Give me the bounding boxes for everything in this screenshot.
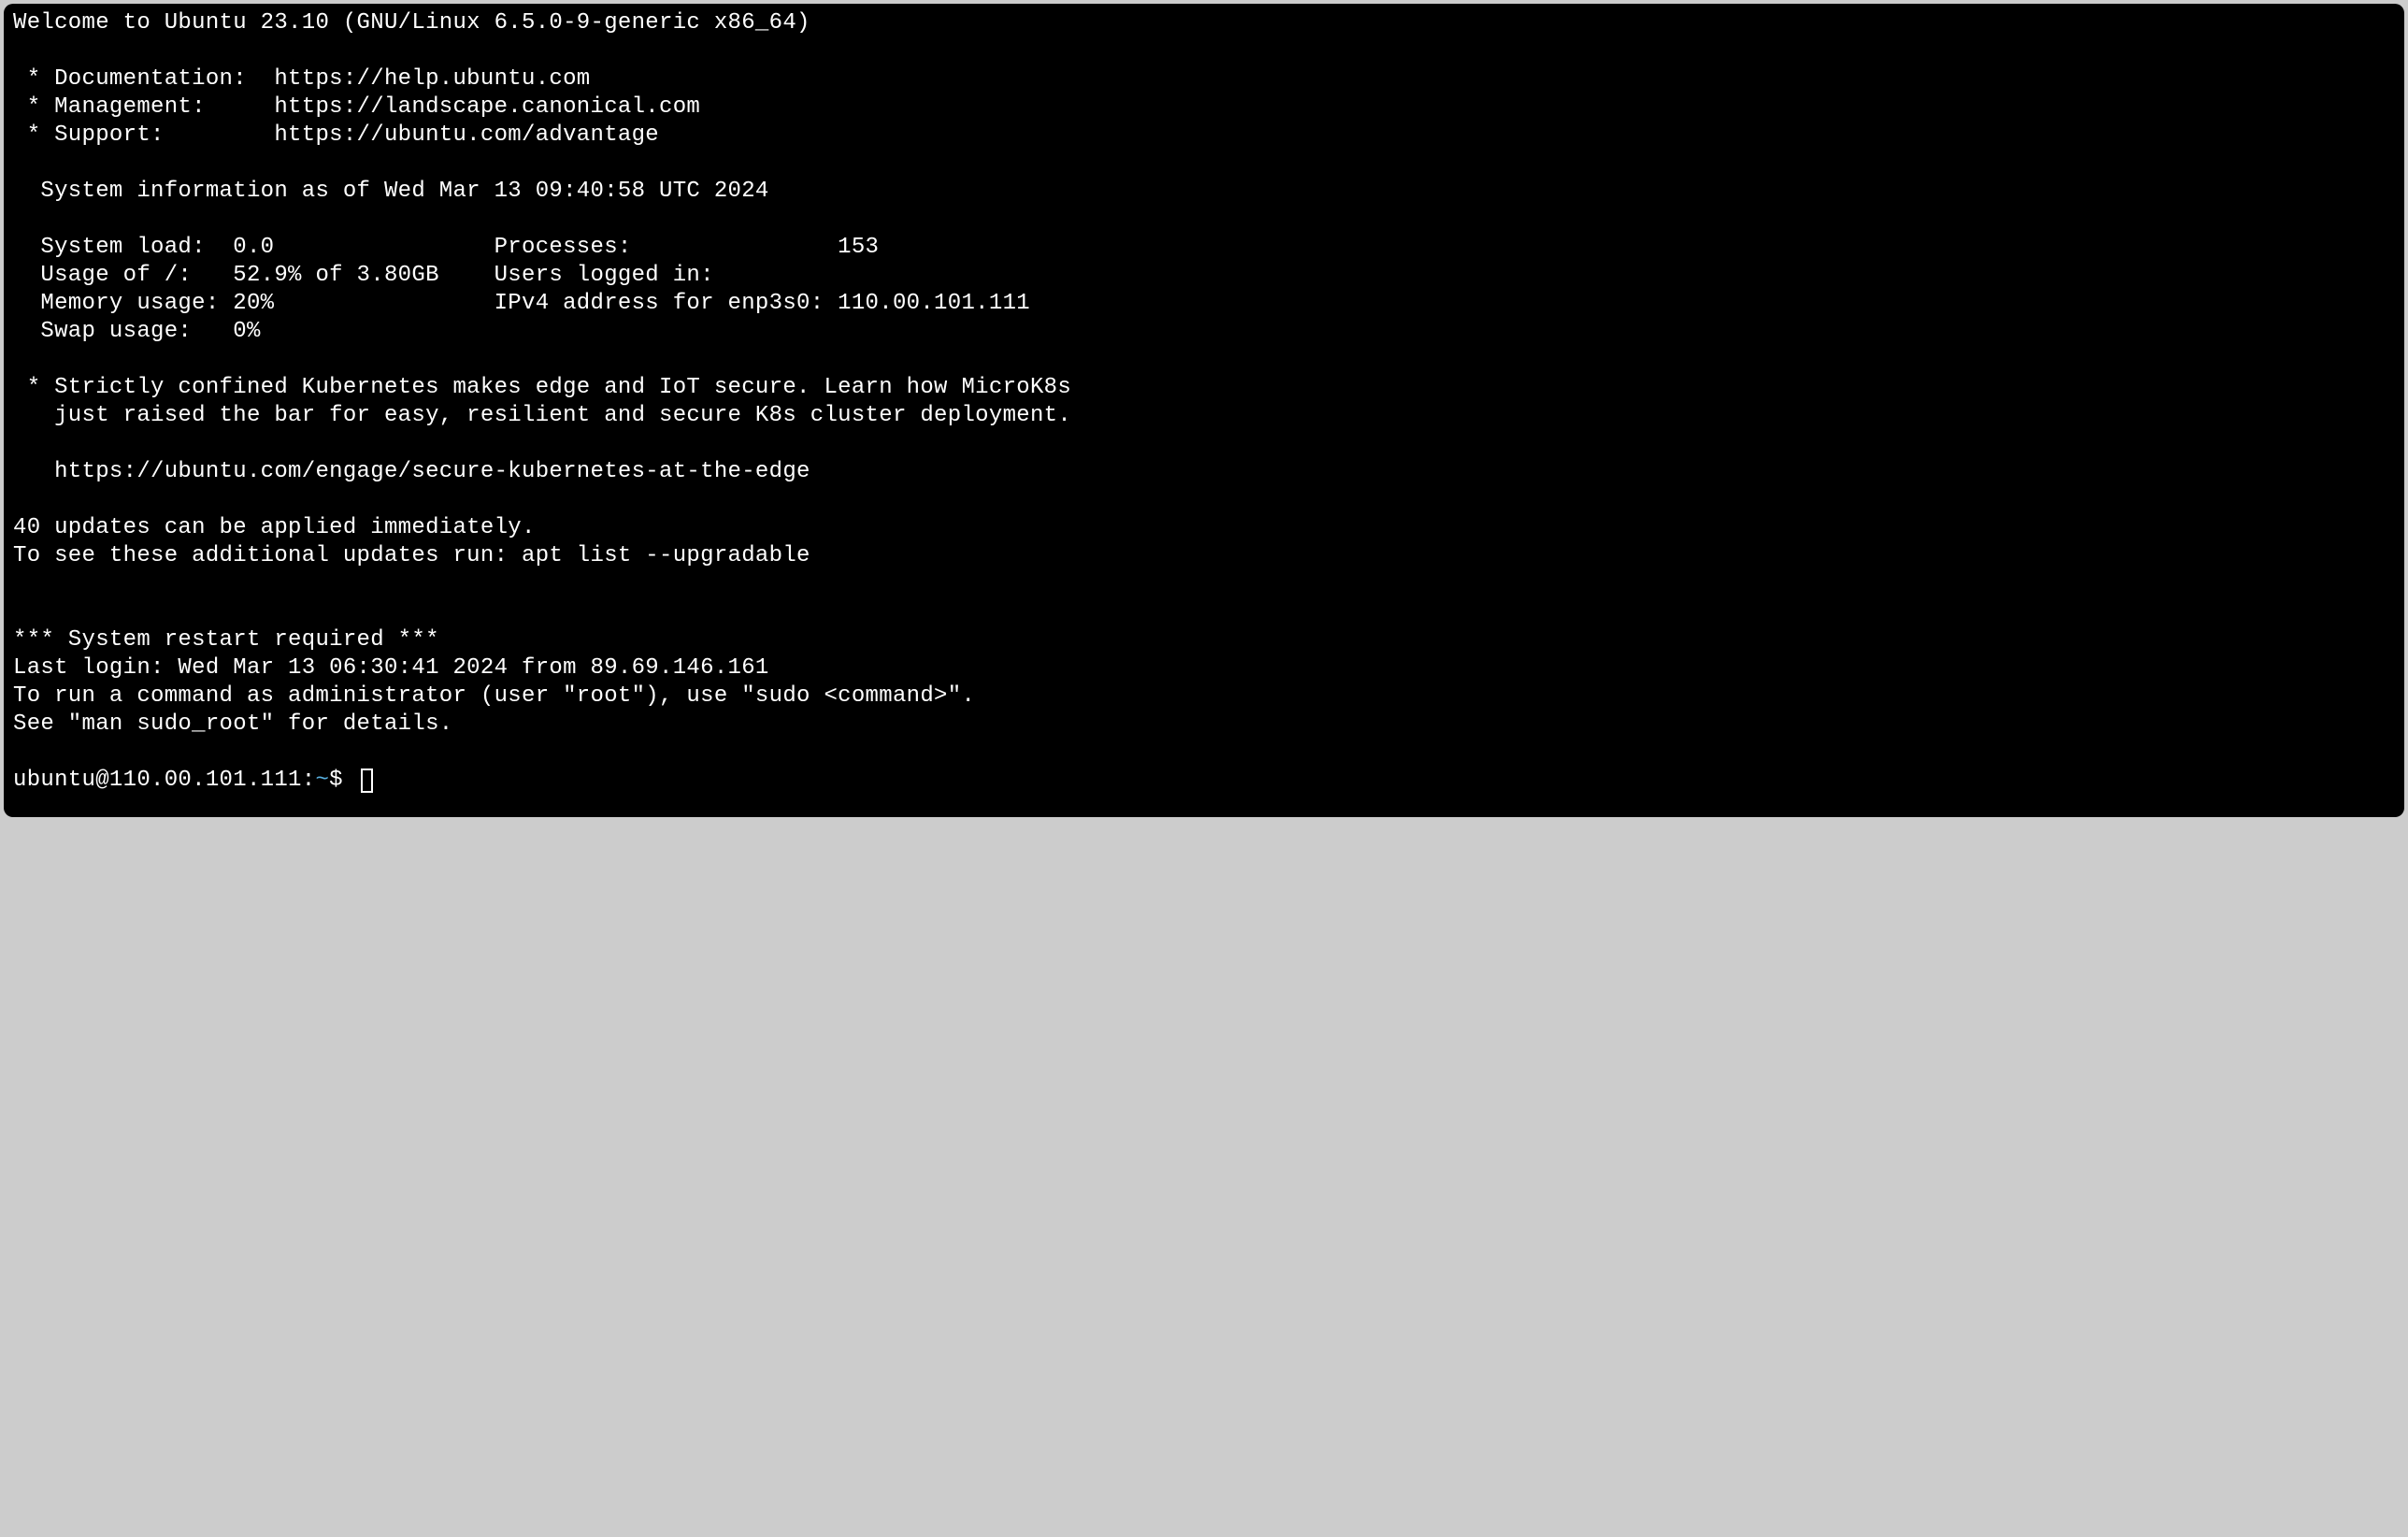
prompt-user-host: ubuntu@110.00.101.111: [13, 767, 315, 795]
blank-line [13, 206, 2395, 234]
motd-welcome: Welcome to Ubuntu 23.10 (GNU/Linux 6.5.0… [13, 9, 2395, 37]
motd-doc-link: * Documentation: https://help.ubuntu.com [13, 65, 2395, 93]
sysinfo-row-usage-users: Usage of /: 52.9% of 3.80GB Users logged… [13, 262, 2395, 290]
sysinfo-row-load-processes: System load: 0.0 Processes: 153 [13, 234, 2395, 262]
blank-line [13, 570, 2395, 598]
last-login: Last login: Wed Mar 13 06:30:41 2024 fro… [13, 654, 2395, 682]
promo-line-2: just raised the bar for easy, resilient … [13, 402, 2395, 430]
blank-line [13, 739, 2395, 767]
sudo-hint-2: See "man sudo_root" for details. [13, 711, 2395, 739]
promo-line-1: * Strictly confined Kubernetes makes edg… [13, 374, 2395, 402]
cursor-icon [361, 768, 373, 793]
prompt-dollar: $ [329, 767, 356, 795]
blank-line [13, 486, 2395, 514]
sysinfo-header: System information as of Wed Mar 13 09:4… [13, 178, 2395, 206]
blank-line [13, 346, 2395, 374]
motd-mgmt-link: * Management: https://landscape.canonica… [13, 93, 2395, 122]
sysinfo-row-swap: Swap usage: 0% [13, 318, 2395, 346]
terminal-window[interactable]: Welcome to Ubuntu 23.10 (GNU/Linux 6.5.0… [4, 4, 2404, 817]
blank-line [13, 430, 2395, 458]
motd-support-link: * Support: https://ubuntu.com/advantage [13, 122, 2395, 150]
blank-line [13, 598, 2395, 626]
blank-line [13, 150, 2395, 178]
shell-prompt[interactable]: ubuntu@110.00.101.111:~$ [13, 767, 2395, 795]
sysinfo-row-memory-ipv4: Memory usage: 20% IPv4 address for enp3s… [13, 290, 2395, 318]
blank-line [13, 37, 2395, 65]
promo-link: https://ubuntu.com/engage/secure-kuberne… [13, 458, 2395, 486]
prompt-tilde: ~ [315, 767, 329, 795]
updates-count: 40 updates can be applied immediately. [13, 514, 2395, 542]
restart-required: *** System restart required *** [13, 626, 2395, 654]
updates-hint: To see these additional updates run: apt… [13, 542, 2395, 570]
sudo-hint-1: To run a command as administrator (user … [13, 682, 2395, 711]
